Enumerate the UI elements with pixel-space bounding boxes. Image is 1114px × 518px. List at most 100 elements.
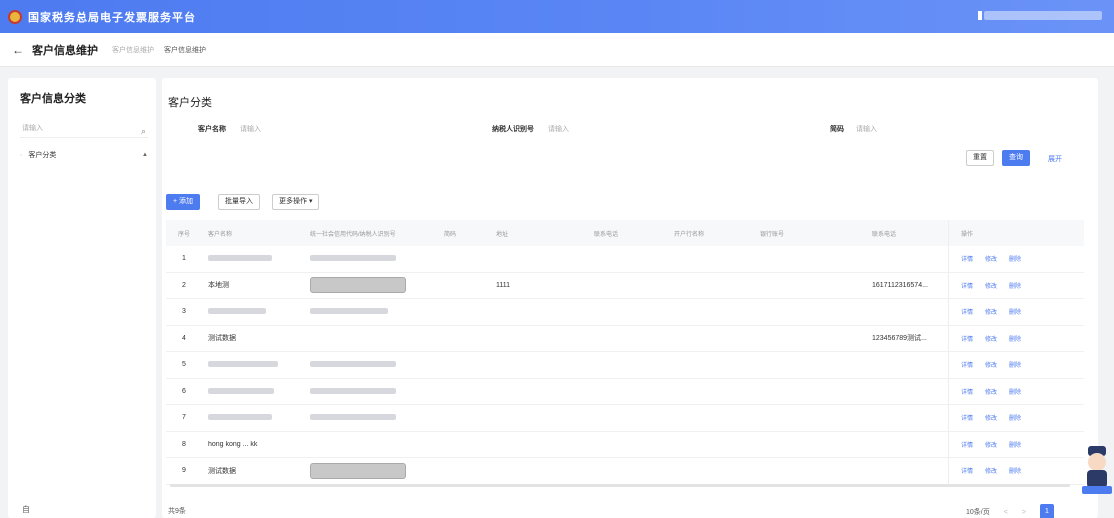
detail-link[interactable]: 详情 [961,254,973,263]
reset-button[interactable]: 重置 [966,150,994,166]
phone-cell: 1617112316574... [872,281,928,289]
delete-link[interactable]: 删除 [1009,440,1021,449]
edit-link[interactable]: 修改 [985,307,997,316]
platform-title: 国家税务总局电子发票服务平台 [28,11,196,24]
customer-name-cell [202,387,304,395]
more-actions-button[interactable]: 更多操作 ▾ [272,194,320,210]
edit-link[interactable]: 修改 [985,360,997,369]
tax-id-input[interactable]: 请输入 [548,124,569,134]
delete-link[interactable]: 删除 [1009,281,1021,290]
table-row[interactable]: 8 hong kong ... kk 详情 修改 删除 [166,431,1084,458]
next-page-button[interactable]: > [1022,509,1026,516]
col-header: 联系电话 [872,231,897,238]
delete-link[interactable]: 删除 [1009,360,1021,369]
redacted-text [310,255,396,262]
total-count: 共9条 [168,508,186,515]
expand-toggle[interactable]: 展开 [1048,154,1062,164]
customer-name-cell: 测试数据 [208,467,236,475]
breadcrumb: ← 客户信息维护 客户信息维护 客户信息维护 [0,33,1114,67]
prev-page-button[interactable]: < [1004,509,1008,516]
customer-name-cell: hong kong ... kk [208,440,258,448]
redacted-text [208,414,272,421]
detail-link[interactable]: 详情 [961,440,973,449]
user-icon[interactable] [978,11,982,20]
assistant-mascot-icon[interactable] [1080,444,1114,496]
sidebar-item-customer-category[interactable]: · 客户分类 ▲ [20,148,148,162]
row-index: 5 [182,361,186,369]
detail-link[interactable]: 详情 [961,360,973,369]
short-code-input[interactable]: 请输入 [856,124,877,134]
edit-link[interactable]: 修改 [985,281,997,290]
col-header: 联系电话 [594,231,619,238]
detail-link[interactable]: 详情 [961,466,973,475]
delete-link[interactable]: 删除 [1009,413,1021,422]
customer-name-cell: 本地测 [208,282,229,290]
edit-link[interactable]: 修改 [985,440,997,449]
caret-up-icon[interactable]: ▲ [142,152,148,158]
query-button[interactable]: 查询 [1002,150,1030,166]
table-row[interactable]: 1 详情 修改 删除 [166,246,1084,273]
breadcrumb-parent[interactable]: 客户信息维护 [112,45,154,55]
table-row[interactable]: 3 详情 修改 删除 [166,299,1084,326]
col-header: 开户行名称 [674,231,705,238]
redacted-text [310,387,396,394]
redacted-box [310,462,406,479]
delete-link[interactable]: 删除 [1009,307,1021,316]
page-1-button[interactable]: 1 [1039,504,1054,518]
detail-link[interactable]: 详情 [961,413,973,422]
redacted-text [310,414,396,421]
add-button[interactable]: + 添加 [166,194,201,210]
sidebar-title: 客户信息分类 [20,93,86,105]
horizontal-scrollbar[interactable] [170,484,1070,487]
edit-link[interactable]: 修改 [985,466,997,475]
delete-link[interactable]: 删除 [1009,334,1021,343]
row-index: 3 [182,308,186,316]
table-row[interactable]: 5 详情 修改 删除 [166,352,1084,379]
col-header: 客户名称 [208,231,233,238]
page-size-select[interactable]: 10条/页 [966,507,990,517]
filter-label-tax-id: 纳税人识别号 [492,126,534,133]
table-row[interactable]: 7 详情 修改 删除 [166,405,1084,432]
delete-link[interactable]: 删除 [1009,254,1021,263]
phone-cell: 123456789测试... [872,335,927,343]
edit-link[interactable]: 修改 [985,387,997,396]
table-row[interactable]: 4 测试数据 123456789测试... 详情 修改 删除 [166,325,1084,352]
user-info[interactable] [984,11,1102,20]
detail-link[interactable]: 详情 [961,281,973,290]
table-header: 序号 客户名称 统一社会信用代码/纳税人识别号 简码 地址 联系电话 开户行名称… [166,220,1084,246]
table-row[interactable]: 9 测试数据 详情 修改 删除 [166,458,1084,485]
table-row[interactable]: 6 详情 修改 删除 [166,378,1084,405]
customer-name-cell [202,414,304,421]
tree-dot-icon: · [20,151,23,159]
redacted-text [208,308,266,315]
batch-import-button[interactable]: 批量导入 [218,194,260,210]
col-header: 序号 [177,231,190,238]
tax-emblem-icon [8,9,22,24]
row-index: 2 [182,281,186,289]
detail-link[interactable]: 详情 [961,387,973,396]
sidebar-search-input[interactable]: 请输入 ⌕ [20,120,148,138]
filter-label-short-code: 简码 [830,126,844,133]
customer-name-input[interactable]: 请输入 [240,124,261,134]
row-index: 1 [182,255,186,263]
edit-link[interactable]: 修改 [985,334,997,343]
detail-link[interactable]: 详情 [961,307,973,316]
detail-link[interactable]: 详情 [961,334,973,343]
edit-link[interactable]: 修改 [985,254,997,263]
sidebar-search-placeholder: 请输入 [22,125,43,132]
row-actions: 详情 修改 删除 [948,352,1084,378]
col-header: 地址 [496,231,509,238]
edit-link[interactable]: 修改 [985,413,997,422]
category-sidebar: 客户信息分类 请输入 ⌕ · 客户分类 ▲ 自 [8,78,156,518]
delete-link[interactable]: 删除 [1009,387,1021,396]
pagination: 10条/页 < > 1 [966,504,1054,518]
back-arrow-icon[interactable]: ← [12,43,24,57]
tax-id-cell [304,308,438,315]
address-cell: 1111 [496,281,511,289]
row-actions: 详情 修改 删除 [948,299,1084,325]
search-icon[interactable]: ⌕ [141,122,146,140]
delete-link[interactable]: 删除 [1009,466,1021,475]
table-row[interactable]: 2 本地测 1111 1617112316574... 详情 修改 删除 [166,272,1084,299]
row-index: 9 [182,467,186,475]
customer-name-cell: 测试数据 [208,335,236,343]
